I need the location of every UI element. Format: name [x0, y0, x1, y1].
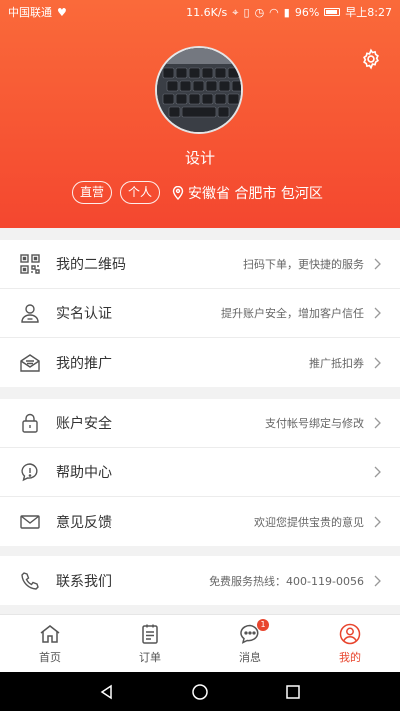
menu-item-desc: 扫码下单，更快捷的服务	[243, 258, 364, 271]
menu-item-desc: 提升账户安全，增加客户信任	[221, 307, 364, 320]
chevron-right-icon	[374, 258, 381, 270]
phone-icon	[18, 569, 42, 593]
avatar[interactable]	[155, 46, 243, 134]
menu-item-desc: 支付帐号绑定与修改	[265, 417, 364, 430]
menu-item-feedback[interactable]: 意见反馈 欢迎您提供宝贵的意见	[0, 497, 400, 546]
status-bar: 中国联通 ♥ 11.6K/s ⌖ ▯ ◷ ◠ ▮ 96% 早上8:27	[0, 0, 400, 24]
home-circle-icon[interactable]	[191, 683, 209, 701]
recents-square-icon[interactable]	[284, 683, 302, 701]
help-bubble-icon	[18, 460, 42, 484]
menu-item-contact[interactable]: 联系我们 免费服务热线：400-119-0056	[0, 556, 400, 605]
location-status-icon: ⌖	[232, 5, 239, 19]
menu-item-qrcode[interactable]: 我的二维码 扫码下单，更快捷的服务	[0, 240, 400, 289]
chevron-right-icon	[374, 516, 381, 527]
message-badge: 1	[257, 619, 269, 631]
menu-group-1: 我的二维码 扫码下单，更快捷的服务 实名认证 提升账户安全，增加客户信任 我的推…	[0, 240, 400, 387]
menu-item-account-security[interactable]: 账户安全 支付帐号绑定与修改	[0, 399, 400, 448]
tag-direct: 直营	[72, 181, 113, 204]
chevron-right-icon	[374, 575, 381, 586]
menu-item-title: 意见反馈	[56, 514, 112, 531]
menu-item-verify[interactable]: 实名认证 提升账户安全，增加客户信任	[0, 289, 400, 338]
menu-item-title: 账户安全	[56, 416, 112, 432]
chevron-right-icon	[374, 417, 381, 429]
menu-group-3: 联系我们 免费服务热线：400-119-0056	[0, 556, 400, 605]
signal-icon: ▮	[283, 5, 290, 19]
clock: 早上8:27	[345, 6, 392, 19]
battery-icon	[324, 8, 341, 16]
envelope-icon	[18, 510, 42, 534]
profile-tags: 直营 个人 安徽省 合肥市 包河区	[72, 181, 323, 204]
menu-group-2: 账户安全 支付帐号绑定与修改 帮助中心 意见反馈 欢迎您提供宝贵的意见	[0, 399, 400, 546]
vibrate-icon: ▯	[243, 5, 250, 19]
back-triangle-icon[interactable]	[98, 683, 116, 701]
promotion-mail-icon	[18, 351, 42, 375]
chevron-right-icon	[374, 307, 381, 319]
tab-label: 我的	[339, 651, 361, 664]
nickname: 设计	[184, 149, 215, 167]
tab-label: 消息	[239, 651, 261, 664]
user-verify-icon	[18, 301, 42, 325]
tab-home[interactable]: 首页	[0, 615, 100, 672]
tab-label: 订单	[139, 651, 161, 664]
network-speed: 11.6K/s	[186, 5, 228, 19]
menu-item-desc: 推广抵扣券	[309, 356, 364, 370]
location-text: 安徽省 合肥市 包河区	[188, 185, 323, 202]
battery-percent: 96%	[294, 5, 320, 19]
chevron-right-icon	[374, 466, 381, 478]
menu-item-title: 我的二维码	[56, 257, 126, 273]
order-icon	[142, 624, 158, 644]
tag-personal: 个人	[120, 181, 161, 204]
menu-item-title: 联系我们	[56, 573, 112, 590]
menu-item-title: 我的推广	[56, 355, 112, 372]
menu-item-title: 实名认证	[56, 306, 112, 322]
health-icon: ♥	[57, 5, 67, 19]
profile-header: 中国联通 ♥ 11.6K/s ⌖ ▯ ◷ ◠ ▮ 96% 早上8:27 设计 直…	[0, 0, 400, 228]
bottom-tab-bar: 首页 订单 1 消息 我的	[0, 614, 400, 672]
tab-orders[interactable]: 订单	[100, 615, 200, 672]
location-pin-icon	[172, 185, 184, 200]
tab-label: 首页	[39, 651, 61, 664]
qrcode-icon	[18, 252, 42, 276]
system-nav-bar	[0, 672, 400, 711]
home-icon	[40, 625, 60, 643]
carrier-label: 中国联通	[8, 6, 52, 19]
lock-icon	[18, 411, 42, 435]
settings-gear-icon[interactable]	[360, 48, 382, 70]
menu-item-desc: 免费服务热线：400-119-0056	[209, 574, 364, 588]
menu-item-promotion[interactable]: 我的推广 推广抵扣券	[0, 338, 400, 387]
menu-item-title: 帮助中心	[56, 465, 112, 481]
tab-messages[interactable]: 1 消息	[200, 615, 300, 672]
menu-item-help[interactable]: 帮助中心	[0, 448, 400, 497]
location: 安徽省 合肥市 包河区	[172, 183, 323, 203]
menu-item-desc: 欢迎您提供宝贵的意见	[254, 515, 364, 529]
profile-icon	[339, 623, 361, 645]
tab-mine[interactable]: 我的	[300, 615, 400, 672]
alarm-icon: ◷	[254, 5, 265, 19]
wifi-icon: ◠	[269, 5, 279, 19]
chevron-right-icon	[374, 357, 381, 368]
